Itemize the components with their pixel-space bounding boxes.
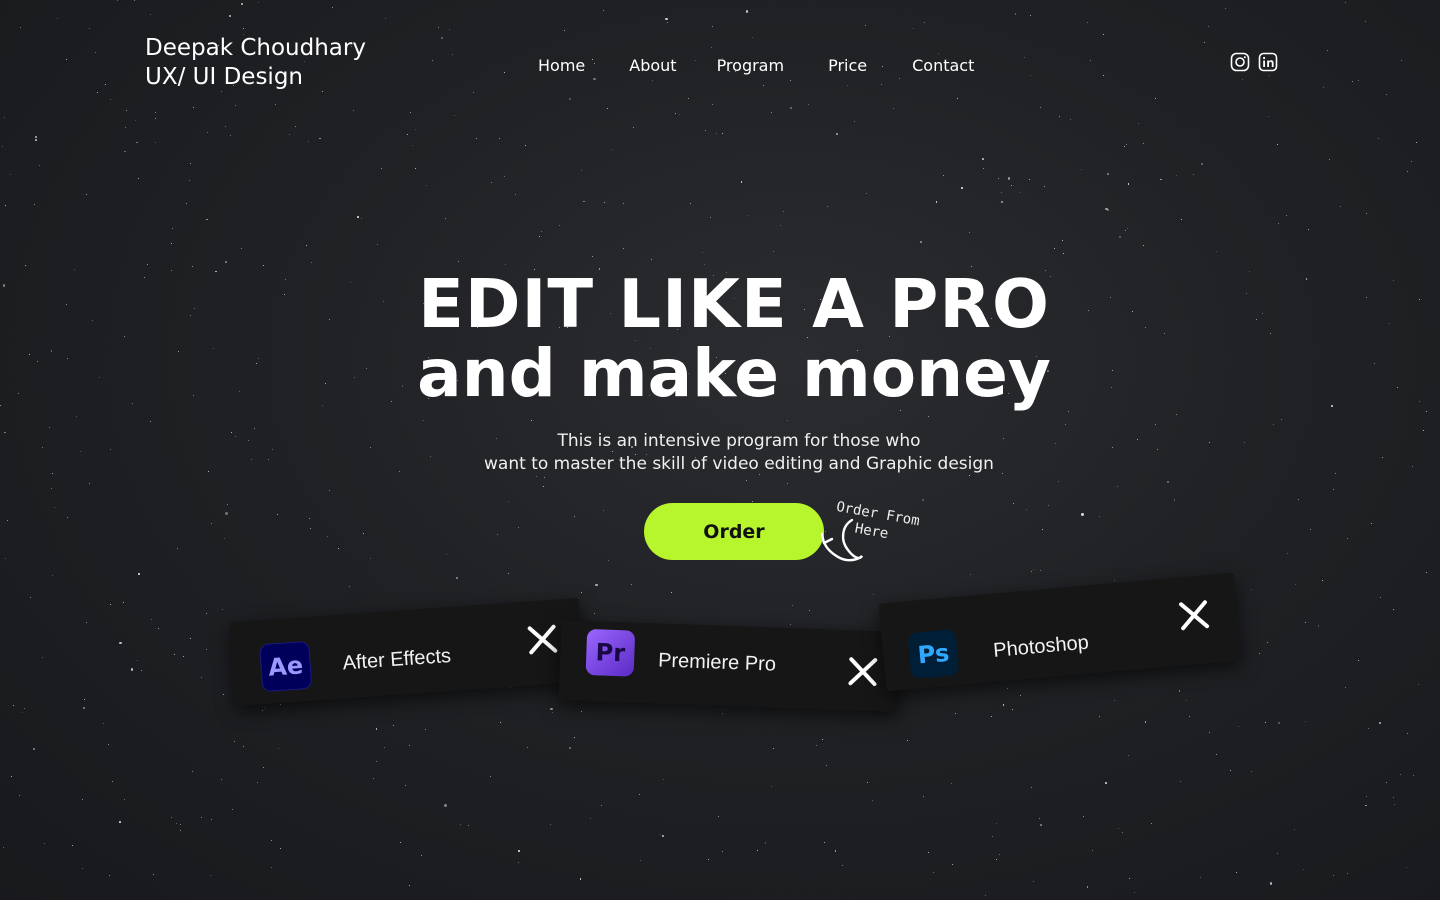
main-nav: Home About Program Price Contact (538, 56, 974, 75)
tool-card-label: Photoshop (992, 631, 1090, 662)
after-effects-logo-icon: Ae (259, 640, 313, 693)
premiere-pro-logo-icon: Pr (585, 628, 636, 677)
hero-subtitle-line1: This is an intensive program for those w… (557, 431, 921, 451)
linkedin-icon[interactable] (1258, 52, 1278, 72)
close-icon[interactable] (524, 621, 560, 657)
hero-subtitle-line2: want to master the skill of video editin… (484, 454, 994, 474)
nav-price[interactable]: Price (828, 56, 867, 75)
instagram-icon[interactable] (1230, 52, 1250, 72)
brand: Deepak Choudhary UX/ UI Design (145, 34, 366, 92)
nav-home[interactable]: Home (538, 56, 585, 75)
tool-card-photoshop: Ps Photoshop (878, 572, 1242, 692)
social-links (1230, 52, 1278, 72)
order-button[interactable]: Order (644, 503, 824, 560)
hero-subtitle: This is an intensive program for those w… (0, 430, 1440, 476)
photoshop-logo-icon: Ps (907, 629, 960, 680)
tool-card-label: After Effects (341, 644, 452, 675)
hero-title-line2: and make money (417, 335, 1051, 412)
hero-title: EDIT LIKE A PRO and make money (0, 268, 1440, 408)
tool-card-premiere-pro: Pr Premiere Pro (558, 620, 902, 712)
brand-tagline: UX/ UI Design (145, 64, 303, 90)
close-icon[interactable] (1176, 597, 1213, 634)
tool-card-after-effects: Ae After Effects (229, 597, 585, 707)
nav-program[interactable]: Program (717, 56, 785, 75)
close-icon[interactable] (845, 654, 880, 689)
tool-card-label: Premiere Pro (657, 649, 777, 676)
nav-about[interactable]: About (629, 56, 676, 75)
brand-name: Deepak Choudhary (145, 35, 366, 61)
nav-contact[interactable]: Contact (912, 56, 974, 75)
hero-title-line1: EDIT LIKE A PRO (418, 265, 1050, 343)
